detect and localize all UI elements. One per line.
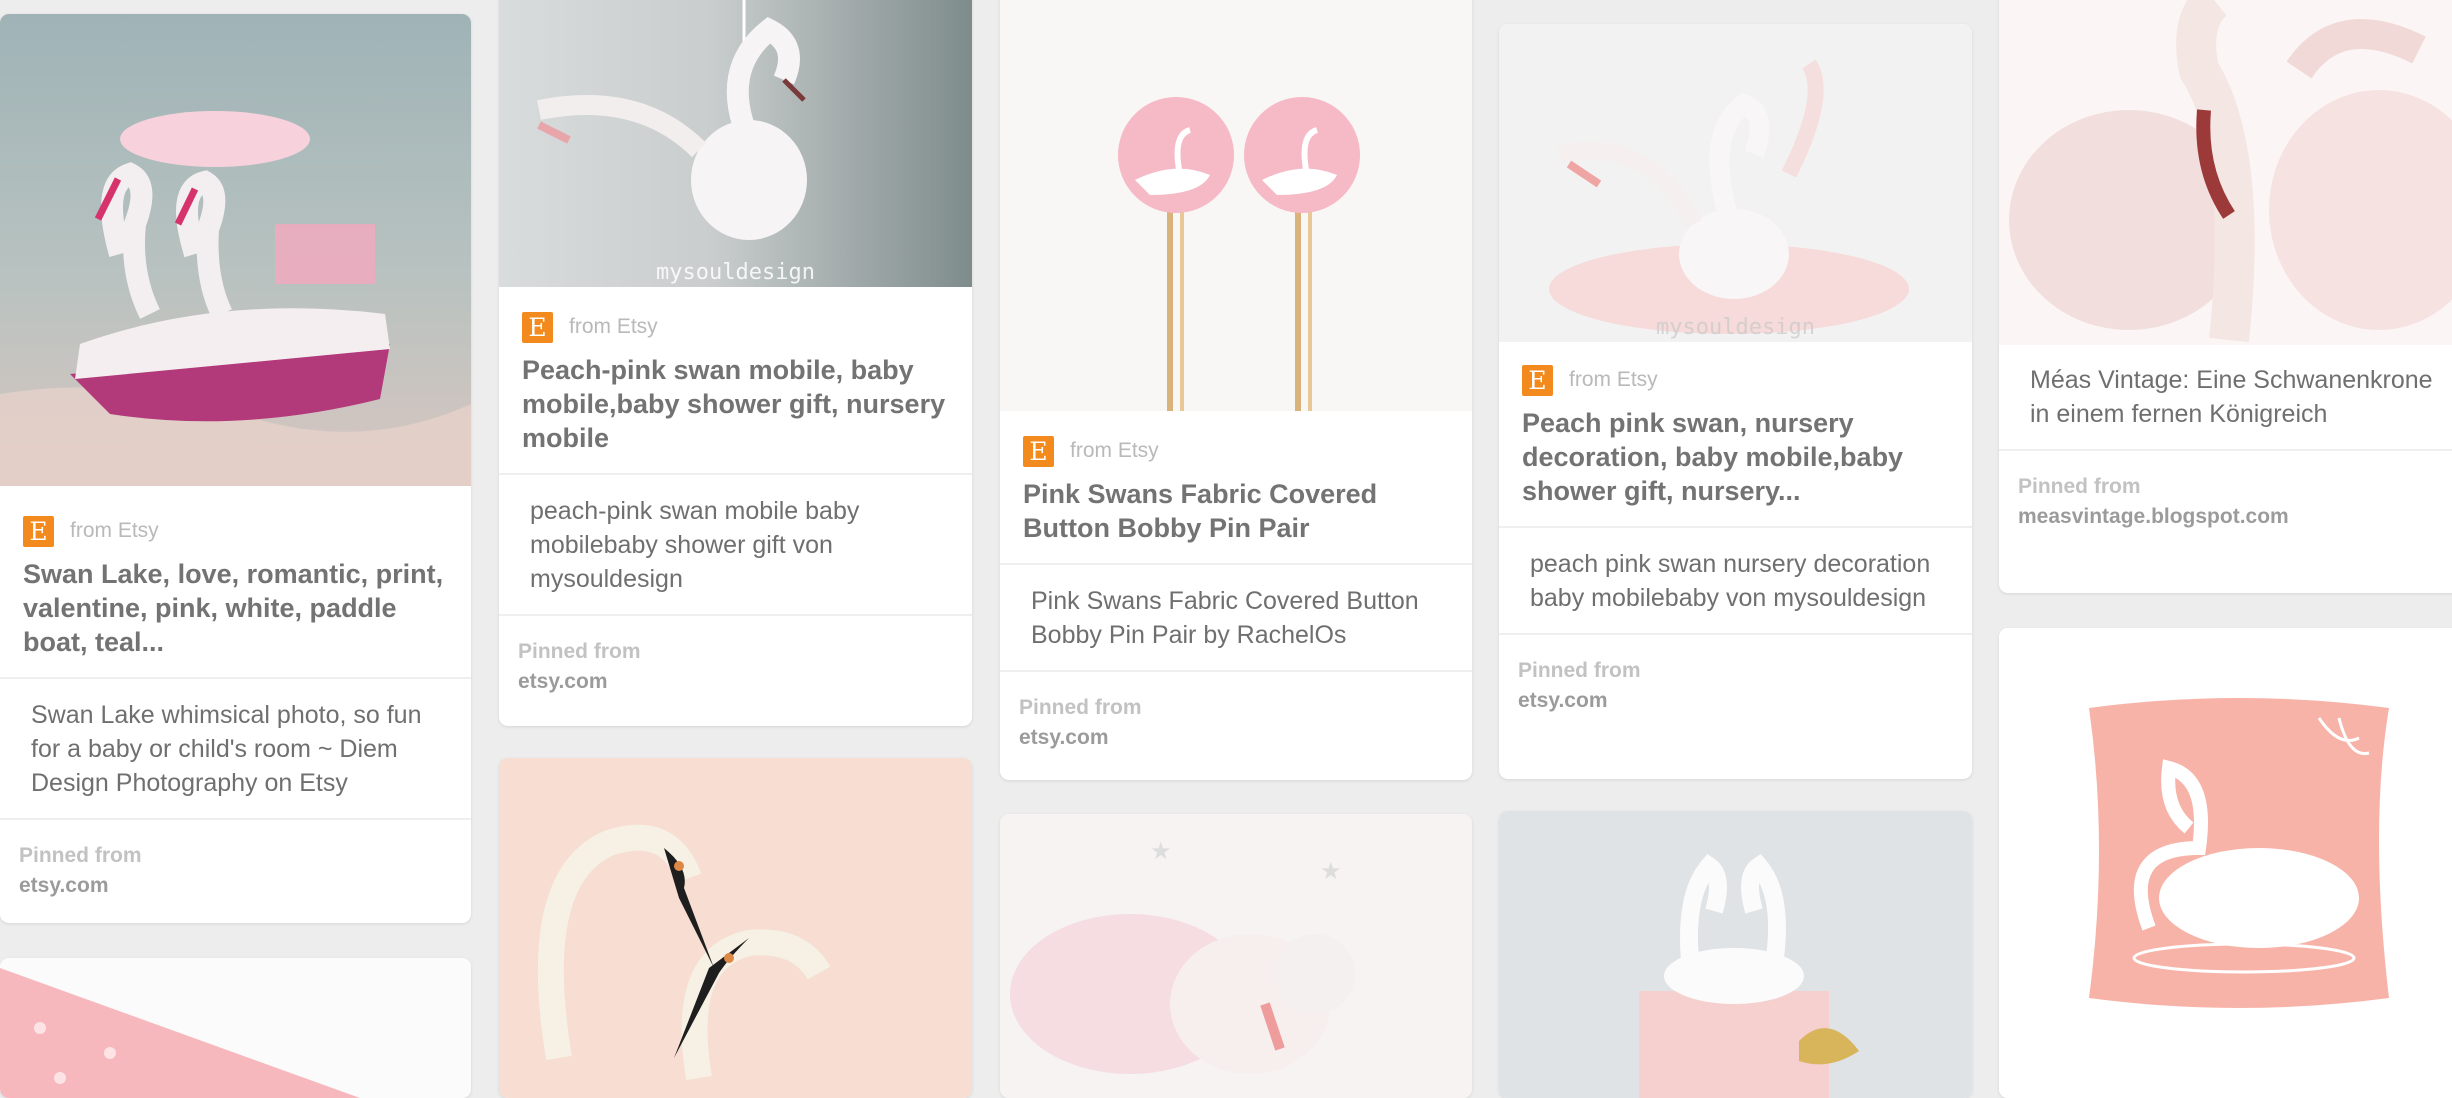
etsy-icon: E bbox=[23, 515, 54, 547]
pin-source[interactable]: E from Etsy bbox=[0, 505, 471, 557]
pin-title[interactable]: Swan Lake, love, romantic, print, valent… bbox=[0, 557, 471, 677]
pin-description: peach-pink swan mobile baby mobilebaby s… bbox=[499, 473, 972, 614]
pinned-from-label: Pinned from bbox=[1019, 696, 1142, 719]
pinned-from[interactable]: Pinned from etsy.com bbox=[1000, 670, 1472, 771]
pin-image-swans-illustration[interactable] bbox=[499, 758, 972, 1098]
pin-card-peach-swan[interactable]: mysouldesign E from Etsy Peach pink swan… bbox=[1499, 24, 1972, 779]
pin-description: Méas Vintage: Eine Schwanenkrone in eine… bbox=[2030, 366, 2433, 428]
pin-card-swan-lake[interactable]: E from Etsy Swan Lake, love, romantic, p… bbox=[0, 14, 471, 923]
pin-image-swan-plush[interactable]: ★ ★ bbox=[1000, 814, 1472, 1098]
svg-text:★: ★ bbox=[1150, 838, 1172, 865]
pin-title[interactable]: Pink Swans Fabric Covered Button Bobby P… bbox=[1000, 477, 1472, 563]
pinned-from[interactable]: Pinned from etsy.com bbox=[1499, 633, 1972, 734]
pinned-from[interactable]: Pinned from measvintage.blogspot.com bbox=[1999, 449, 2452, 550]
pin-card-swan-cake[interactable] bbox=[1499, 811, 1972, 1098]
pinned-from-label: Pinned from bbox=[2018, 475, 2141, 498]
pinned-from-domain[interactable]: etsy.com bbox=[1019, 723, 1453, 753]
pin-card-swan-crown[interactable]: Méas Vintage: Eine Schwanenkrone in eine… bbox=[1999, 0, 2452, 593]
pin-card-swans-illustration[interactable] bbox=[499, 758, 972, 1098]
pin-image-bobby-pins[interactable] bbox=[1000, 0, 1472, 411]
pinned-from[interactable]: Pinned from etsy.com bbox=[0, 818, 471, 919]
pin-card-swan-plush[interactable]: ★ ★ bbox=[1000, 814, 1472, 1098]
pinned-from[interactable]: Pinned from etsy.com bbox=[499, 614, 972, 715]
pin-image-peach-swan[interactable]: mysouldesign bbox=[1499, 24, 1972, 342]
pin-source[interactable]: E from Etsy bbox=[499, 301, 972, 353]
pin-description: Pink Swans Fabric Covered Button Bobby P… bbox=[1000, 563, 1472, 670]
pin-card-swan-pillow[interactable] bbox=[1999, 628, 2452, 1098]
pin-description: Swan Lake whimsical photo, so fun for a … bbox=[0, 677, 471, 818]
pinned-from-label: Pinned from bbox=[19, 844, 142, 867]
image-watermark: mysouldesign bbox=[1656, 315, 1815, 340]
pinned-from-label: Pinned from bbox=[1518, 659, 1641, 682]
svg-text:★: ★ bbox=[1320, 858, 1342, 885]
pin-image-swan-crown[interactable] bbox=[1999, 0, 2452, 345]
etsy-icon: E bbox=[1522, 364, 1553, 396]
pin-card-bobby-pins[interactable]: E from Etsy Pink Swans Fabric Covered Bu… bbox=[1000, 0, 1472, 780]
pin-title[interactable]: Peach pink swan, nursery decoration, bab… bbox=[1499, 406, 1972, 526]
pinned-from-domain[interactable]: measvintage.blogspot.com bbox=[2018, 502, 2452, 532]
pin-source[interactable]: E from Etsy bbox=[1000, 425, 1472, 477]
pin-description: peach pink swan nursery decoration baby … bbox=[1499, 526, 1972, 633]
pinned-from-domain[interactable]: etsy.com bbox=[19, 871, 452, 901]
pin-card-swan-mobile[interactable]: mysouldesign E from Etsy Peach-pink swan… bbox=[499, 0, 972, 726]
pin-image-swan-pillow[interactable] bbox=[1999, 628, 2452, 1098]
etsy-icon: E bbox=[1023, 435, 1054, 467]
pinned-from-domain[interactable]: etsy.com bbox=[518, 667, 953, 697]
pin-image-swan-paddle-boat[interactable] bbox=[0, 14, 471, 486]
pin-image-swan-cake[interactable] bbox=[1499, 811, 1972, 1098]
pin-card-pink-pattern[interactable] bbox=[0, 958, 471, 1098]
pinned-from-label: Pinned from bbox=[518, 640, 641, 663]
pin-image-pink-pattern[interactable] bbox=[0, 958, 471, 1098]
etsy-icon: E bbox=[522, 311, 553, 343]
image-watermark: mysouldesign bbox=[656, 260, 815, 285]
pinned-from-domain[interactable]: etsy.com bbox=[1518, 686, 1953, 716]
pin-title[interactable]: Peach-pink swan mobile, baby mobile,baby… bbox=[499, 353, 972, 473]
pin-image-swan-mobile[interactable]: mysouldesign bbox=[499, 0, 972, 287]
pin-source[interactable]: E from Etsy bbox=[1499, 354, 1972, 406]
